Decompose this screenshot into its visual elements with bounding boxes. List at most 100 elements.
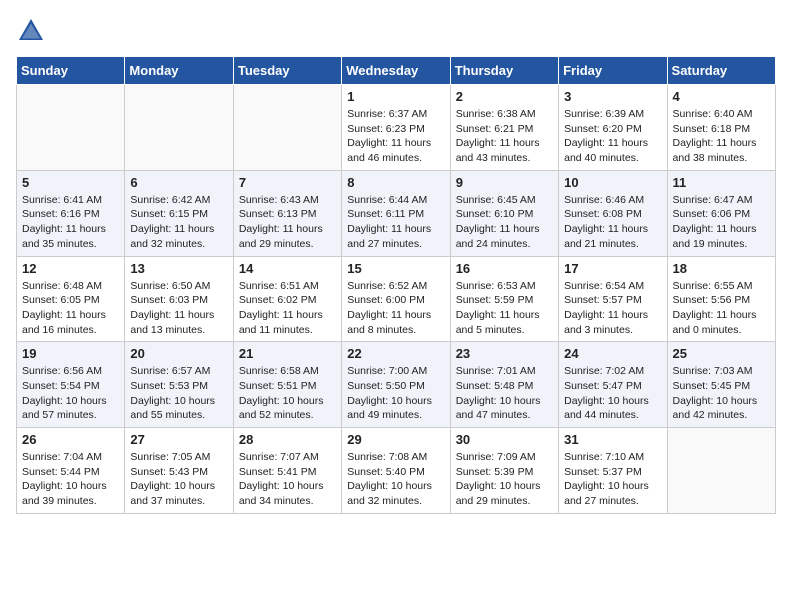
page-header [16, 16, 776, 46]
calendar-cell [667, 428, 775, 514]
day-info: Sunrise: 6:54 AM Sunset: 5:57 PM Dayligh… [564, 279, 661, 338]
day-number: 25 [673, 346, 770, 361]
calendar-cell: 31Sunrise: 7:10 AM Sunset: 5:37 PM Dayli… [559, 428, 667, 514]
day-number: 5 [22, 175, 119, 190]
day-info: Sunrise: 7:03 AM Sunset: 5:45 PM Dayligh… [673, 364, 770, 423]
calendar-cell: 28 Sunrise: 7:07 AM Sunset: 5:41 PM Dayli… [233, 428, 341, 514]
day-info: Sunrise: 7:02 AM Sunset: 5:47 PM Dayligh… [564, 364, 661, 423]
day-info: Sunrise: 6:55 AM Sunset: 5:56 PM Dayligh… [673, 279, 770, 338]
calendar-cell: 23 Sunrise: 7:01 AM Sunset: 5:48 PM Dayli… [450, 342, 558, 428]
day-info: Sunrise: 6:52 AM Sunset: 6:00 PM Dayligh… [347, 279, 444, 338]
calendar-cell: 29 Sunrise: 7:08 AM Sunset: 5:40 PM Dayli… [342, 428, 450, 514]
calendar-cell: 12 Sunrise: 6:48 AM Sunset: 6:05 PM Dayli… [17, 256, 125, 342]
weekday-header-monday: Monday [125, 57, 233, 85]
day-info: Sunrise: 7:01 AM Sunset: 5:48 PM Dayligh… [456, 364, 553, 423]
weekday-header-saturday: Saturday [667, 57, 775, 85]
calendar-cell: 13Sunrise: 6:50 AM Sunset: 6:03 PM Dayli… [125, 256, 233, 342]
week-row-2: 5 Sunrise: 6:41 AM Sunset: 6:16 PM Daylig… [17, 170, 776, 256]
day-number: 13 [130, 261, 227, 276]
calendar-cell: 9Sunrise: 6:45 AM Sunset: 6:10 PM Daylig… [450, 170, 558, 256]
day-info: Sunrise: 7:07 AM Sunset: 5:41 PM Dayligh… [239, 450, 336, 509]
day-number: 17 [564, 261, 661, 276]
day-number: 30 [456, 432, 553, 447]
calendar-cell: 24 Sunrise: 7:02 AM Sunset: 5:47 PM Dayli… [559, 342, 667, 428]
day-number: 7 [239, 175, 336, 190]
day-number: 2 [456, 89, 553, 104]
calendar-cell: 7 Sunrise: 6:43 AM Sunset: 6:13 PM Daylig… [233, 170, 341, 256]
calendar-cell [17, 85, 125, 171]
day-number: 19 [22, 346, 119, 361]
calendar-cell: 10Sunrise: 6:46 AM Sunset: 6:08 PM Dayli… [559, 170, 667, 256]
day-number: 20 [130, 346, 227, 361]
day-number: 27 [130, 432, 227, 447]
weekday-header-row: SundayMondayTuesdayWednesdayThursdayFrid… [17, 57, 776, 85]
day-info: Sunrise: 6:44 AM Sunset: 6:11 PM Dayligh… [347, 193, 444, 252]
calendar-cell: 20 Sunrise: 6:57 AM Sunset: 5:53 PM Dayli… [125, 342, 233, 428]
day-info: Sunrise: 7:04 AM Sunset: 5:44 PM Dayligh… [22, 450, 119, 509]
week-row-4: 19 Sunrise: 6:56 AM Sunset: 5:54 PM Dayli… [17, 342, 776, 428]
day-info: Sunrise: 7:10 AM Sunset: 5:37 PM Dayligh… [564, 450, 661, 509]
calendar-cell: 14 Sunrise: 6:51 AM Sunset: 6:02 PM Dayli… [233, 256, 341, 342]
day-info: Sunrise: 6:53 AM Sunset: 5:59 PM Dayligh… [456, 279, 553, 338]
day-number: 24 [564, 346, 661, 361]
day-info: Sunrise: 6:57 AM Sunset: 5:53 PM Dayligh… [130, 364, 227, 423]
day-number: 28 [239, 432, 336, 447]
day-info: Sunrise: 6:40 AM Sunset: 6:18 PM Dayligh… [673, 107, 770, 166]
logo [16, 16, 50, 46]
day-info: Sunrise: 6:47 AM Sunset: 6:06 PM Dayligh… [673, 193, 770, 252]
weekday-header-wednesday: Wednesday [342, 57, 450, 85]
day-number: 16 [456, 261, 553, 276]
day-info: Sunrise: 6:56 AM Sunset: 5:54 PM Dayligh… [22, 364, 119, 423]
calendar-cell [125, 85, 233, 171]
calendar-cell: 8 Sunrise: 6:44 AM Sunset: 6:11 PM Daylig… [342, 170, 450, 256]
week-row-3: 12 Sunrise: 6:48 AM Sunset: 6:05 PM Dayli… [17, 256, 776, 342]
weekday-header-thursday: Thursday [450, 57, 558, 85]
day-number: 15 [347, 261, 444, 276]
day-number: 21 [239, 346, 336, 361]
day-info: Sunrise: 6:46 AM Sunset: 6:08 PM Dayligh… [564, 193, 661, 252]
day-number: 8 [347, 175, 444, 190]
day-info: Sunrise: 6:45 AM Sunset: 6:10 PM Dayligh… [456, 193, 553, 252]
calendar-cell: 26 Sunrise: 7:04 AM Sunset: 5:44 PM Dayli… [17, 428, 125, 514]
calendar-cell: 17 Sunrise: 6:54 AM Sunset: 5:57 PM Dayli… [559, 256, 667, 342]
weekday-header-friday: Friday [559, 57, 667, 85]
day-info: Sunrise: 7:09 AM Sunset: 5:39 PM Dayligh… [456, 450, 553, 509]
calendar-cell: 6Sunrise: 6:42 AM Sunset: 6:15 PM Daylig… [125, 170, 233, 256]
day-number: 18 [673, 261, 770, 276]
calendar-cell: 22Sunrise: 7:00 AM Sunset: 5:50 PM Dayli… [342, 342, 450, 428]
day-info: Sunrise: 7:00 AM Sunset: 5:50 PM Dayligh… [347, 364, 444, 423]
day-number: 14 [239, 261, 336, 276]
day-number: 26 [22, 432, 119, 447]
day-number: 12 [22, 261, 119, 276]
week-row-5: 26 Sunrise: 7:04 AM Sunset: 5:44 PM Dayli… [17, 428, 776, 514]
calendar-cell: 2 Sunrise: 6:38 AM Sunset: 6:21 PM Daylig… [450, 85, 558, 171]
day-info: Sunrise: 6:39 AM Sunset: 6:20 PM Dayligh… [564, 107, 661, 166]
calendar-cell: 16 Sunrise: 6:53 AM Sunset: 5:59 PM Dayli… [450, 256, 558, 342]
weekday-header-sunday: Sunday [17, 57, 125, 85]
day-number: 29 [347, 432, 444, 447]
weekday-header-tuesday: Tuesday [233, 57, 341, 85]
day-info: Sunrise: 6:58 AM Sunset: 5:51 PM Dayligh… [239, 364, 336, 423]
calendar-cell: 1Sunrise: 6:37 AM Sunset: 6:23 PM Daylig… [342, 85, 450, 171]
day-info: Sunrise: 6:43 AM Sunset: 6:13 PM Dayligh… [239, 193, 336, 252]
day-info: Sunrise: 6:38 AM Sunset: 6:21 PM Dayligh… [456, 107, 553, 166]
calendar-cell: 27 Sunrise: 7:05 AM Sunset: 5:43 PM Dayli… [125, 428, 233, 514]
day-info: Sunrise: 7:08 AM Sunset: 5:40 PM Dayligh… [347, 450, 444, 509]
day-info: Sunrise: 6:48 AM Sunset: 6:05 PM Dayligh… [22, 279, 119, 338]
calendar-cell: 21 Sunrise: 6:58 AM Sunset: 5:51 PM Dayli… [233, 342, 341, 428]
day-info: Sunrise: 6:51 AM Sunset: 6:02 PM Dayligh… [239, 279, 336, 338]
calendar-cell: 4Sunrise: 6:40 AM Sunset: 6:18 PM Daylig… [667, 85, 775, 171]
calendar-cell: 15 Sunrise: 6:52 AM Sunset: 6:00 PM Dayli… [342, 256, 450, 342]
day-info: Sunrise: 7:05 AM Sunset: 5:43 PM Dayligh… [130, 450, 227, 509]
calendar-cell: 25 Sunrise: 7:03 AM Sunset: 5:45 PM Dayli… [667, 342, 775, 428]
calendar-table: SundayMondayTuesdayWednesdayThursdayFrid… [16, 56, 776, 514]
calendar-cell: 3 Sunrise: 6:39 AM Sunset: 6:20 PM Daylig… [559, 85, 667, 171]
day-number: 23 [456, 346, 553, 361]
day-number: 11 [673, 175, 770, 190]
day-info: Sunrise: 6:41 AM Sunset: 6:16 PM Dayligh… [22, 193, 119, 252]
calendar-cell: 11 Sunrise: 6:47 AM Sunset: 6:06 PM Dayli… [667, 170, 775, 256]
day-number: 3 [564, 89, 661, 104]
logo-icon [16, 16, 46, 46]
calendar-cell [233, 85, 341, 171]
calendar-cell: 30 Sunrise: 7:09 AM Sunset: 5:39 PM Dayli… [450, 428, 558, 514]
